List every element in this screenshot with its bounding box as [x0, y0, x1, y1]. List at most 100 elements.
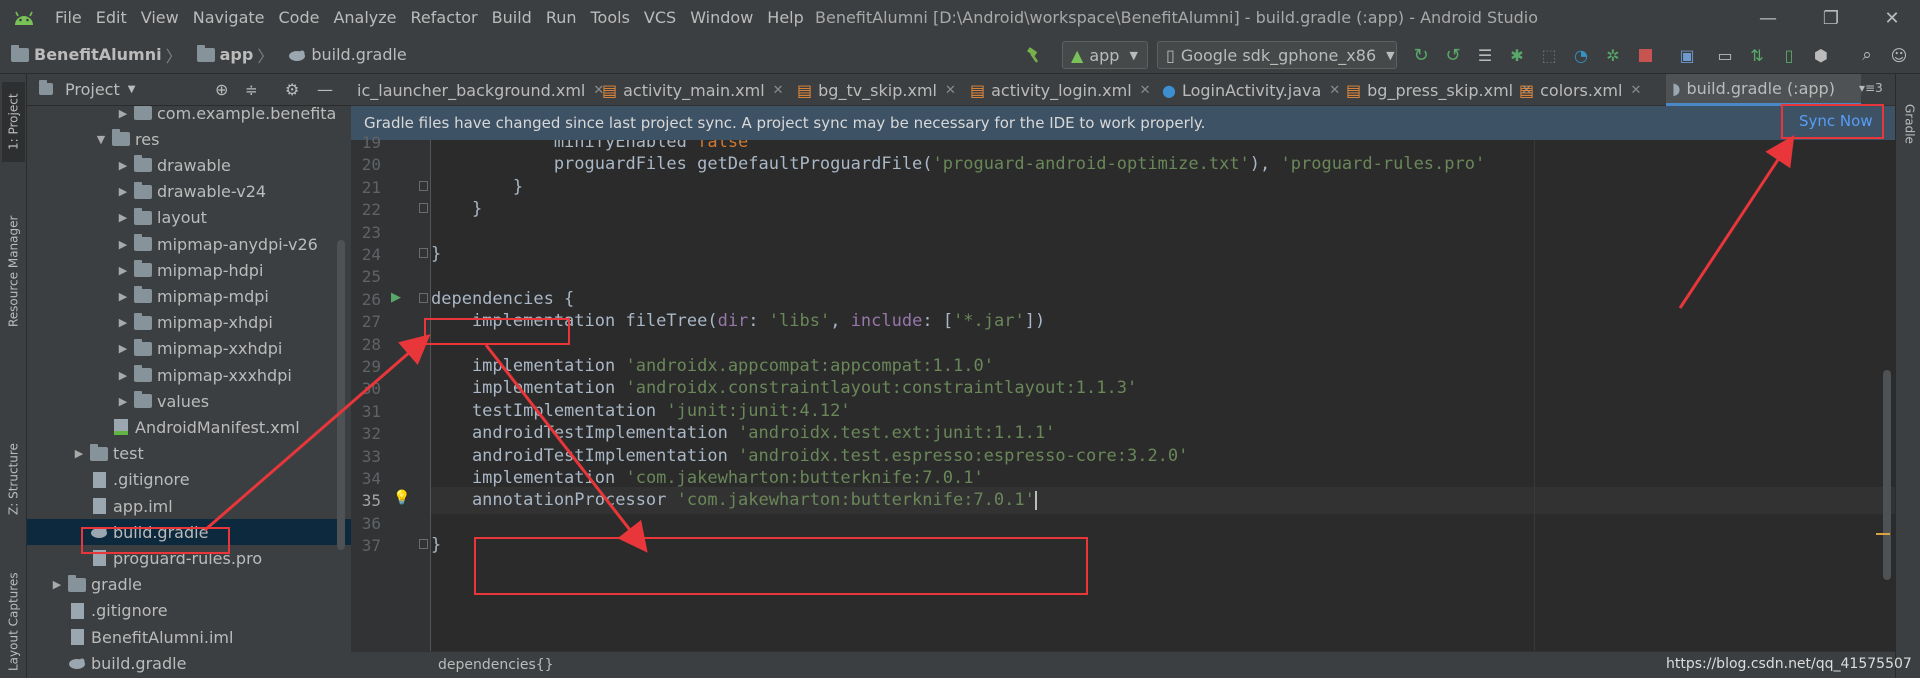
tree-item[interactable]: ▶ mipmap-xhdpi: [27, 310, 351, 336]
device-select[interactable]: ▯ Google sdk_gphone_x86 ▼: [1157, 41, 1397, 69]
menu-file[interactable]: File: [48, 0, 89, 36]
apply-code-changes-icon[interactable]: ↺: [1438, 36, 1468, 74]
code-line[interactable]: }: [431, 532, 441, 559]
tab-loginactivity-java[interactable]: ● LoginActivity.java ✕: [1156, 74, 1340, 106]
tree-item[interactable]: ▶ drawable-v24: [27, 179, 351, 205]
collapse-all-icon[interactable]: ≑: [245, 81, 258, 99]
sync-gradle-icon[interactable]: ⇅: [1742, 36, 1772, 74]
tree-item[interactable]: proguard-rules.pro: [27, 545, 351, 571]
tool-tab-project[interactable]: 1: Project: [2, 82, 25, 162]
tab-activity-main-xml[interactable]: ▤ activity_main.xml ✕: [596, 74, 786, 106]
device-manager-icon[interactable]: ▯: [1774, 36, 1804, 74]
close-tab-icon[interactable]: ✕: [773, 83, 784, 98]
code-line[interactable]: implementation fileTree(dir: 'libs', inc…: [431, 308, 1045, 335]
user-icon[interactable]: ☺: [1884, 36, 1914, 74]
tab-colors-xml[interactable]: ▤ colors.xml ✕: [1513, 74, 1661, 106]
menu-code[interactable]: Code: [272, 0, 327, 36]
minimize-icon[interactable]: —: [1740, 0, 1796, 36]
collapsed-arrow-icon[interactable]: ▶: [113, 369, 133, 382]
tree-item[interactable]: AndroidManifest.xml: [27, 414, 351, 440]
structure-breadcrumb[interactable]: dependencies{}: [351, 657, 554, 673]
breadcrumb-module[interactable]: app 〉: [186, 36, 278, 74]
breadcrumb-project[interactable]: BenefitAlumni 〉: [0, 36, 186, 74]
fold-marker-icon[interactable]: [419, 292, 428, 303]
code-line[interactable]: }: [431, 196, 482, 223]
tree-item[interactable]: ▶ mipmap-xxxhdpi: [27, 362, 351, 388]
apply-changes-icon[interactable]: ↻: [1406, 36, 1436, 74]
hide-panel-icon[interactable]: —: [317, 80, 333, 99]
tree-item[interactable]: ▶ gradle: [27, 572, 351, 598]
collapsed-arrow-icon[interactable]: ▶: [113, 342, 133, 355]
chevron-down-icon[interactable]: ▼: [128, 84, 136, 95]
fold-marker-icon[interactable]: [419, 539, 428, 550]
tree-item[interactable]: ▶ test: [27, 441, 351, 467]
sync-now-link[interactable]: Sync Now: [1799, 112, 1873, 130]
close-window-icon[interactable]: ✕: [1864, 0, 1920, 36]
menu-window[interactable]: Window: [683, 0, 760, 36]
lightbulb-icon[interactable]: 💡: [393, 490, 410, 506]
collapsed-arrow-icon[interactable]: ▶: [113, 316, 133, 329]
close-tab-icon[interactable]: ✕: [945, 83, 956, 98]
tab-ic-launcher-background-xml[interactable]: ▤ic_launcher_background.xml✕: [351, 74, 604, 106]
code-editor[interactable]: minifyEnabled false proguardFiles getDef…: [431, 140, 1895, 651]
fold-marker-icon[interactable]: [419, 203, 428, 214]
project-view-title[interactable]: Project: [65, 80, 120, 99]
run-configuration-select[interactable]: ▲ app ▼: [1062, 41, 1148, 69]
menu-run[interactable]: Run: [539, 0, 584, 36]
breadcrumb-file[interactable]: build.gradle: [277, 36, 410, 74]
collapsed-arrow-icon[interactable]: ▶: [113, 159, 133, 172]
menu-vcs[interactable]: VCS: [637, 0, 683, 36]
tab-activity-login-xml[interactable]: ▤ activity_login.xml ✕: [964, 74, 1151, 106]
tab-bg-press-skip-xml[interactable]: ▤ bg_press_skip.xml ✕: [1340, 74, 1532, 106]
fold-marker-icon[interactable]: [419, 248, 428, 258]
sdk-manager-icon[interactable]: ⬢: [1806, 36, 1836, 74]
profiler-icon[interactable]: ◔: [1566, 36, 1596, 74]
avd-manager-icon[interactable]: ▭: [1710, 36, 1740, 74]
menu-navigate[interactable]: Navigate: [186, 0, 272, 36]
tree-item[interactable]: BenefitAlumni.iml: [27, 624, 351, 650]
collapsed-arrow-icon[interactable]: ▶: [113, 107, 133, 120]
tree-item[interactable]: ▼ res: [27, 126, 351, 152]
run-gutter-icon[interactable]: ▶: [391, 290, 401, 305]
expanded-arrow-icon[interactable]: ▼: [91, 133, 111, 146]
tree-item[interactable]: app.iml: [27, 493, 351, 519]
tree-item[interactable]: build.gradle: [27, 519, 351, 546]
tool-tab-layout-captures[interactable]: Layout Captures: [2, 569, 25, 674]
tree-item[interactable]: build.gradle: [27, 650, 351, 676]
tree-item[interactable]: ▶ mipmap-mdpi: [27, 283, 351, 309]
editor-scrollbar[interactable]: [1883, 370, 1891, 580]
tree-item[interactable]: ▶ drawable: [27, 152, 351, 178]
tree-item[interactable]: ▶ layout: [27, 205, 351, 231]
stop-icon[interactable]: [1630, 36, 1660, 74]
tool-tab-structure[interactable]: Z: Structure: [2, 434, 25, 524]
menu-refactor[interactable]: Refactor: [404, 0, 485, 36]
tree-item[interactable]: ▶ mipmap-anydpi-v26: [27, 231, 351, 257]
restore-icon[interactable]: ❐: [1803, 0, 1859, 36]
tool-tab-resource-manager[interactable]: Resource Manager: [2, 204, 25, 339]
collapsed-arrow-icon[interactable]: ▶: [47, 578, 67, 591]
menu-help[interactable]: Help: [760, 0, 810, 36]
collapsed-arrow-icon[interactable]: ▶: [113, 211, 133, 224]
attach-debugger-icon[interactable]: ⬚: [1534, 36, 1564, 74]
menu-edit[interactable]: Edit: [89, 0, 134, 36]
tree-item[interactable]: ▶ mipmap-xxhdpi: [27, 336, 351, 362]
close-tab-icon[interactable]: ✕: [1140, 83, 1151, 98]
project-tree-scrollbar[interactable]: [337, 240, 345, 550]
settings-gear-icon[interactable]: ⚙: [285, 80, 299, 99]
logcat-icon[interactable]: ☰: [1470, 36, 1500, 74]
menu-view[interactable]: View: [134, 0, 186, 36]
collapsed-arrow-icon[interactable]: ▶: [69, 447, 89, 460]
search-icon[interactable]: ⌕: [1852, 36, 1882, 74]
collapsed-arrow-icon[interactable]: ▶: [113, 290, 133, 303]
code-line[interactable]: }: [431, 241, 441, 268]
tree-item[interactable]: .gitignore: [27, 598, 351, 624]
close-tab-icon[interactable]: ✕: [1630, 83, 1641, 98]
close-tab-icon[interactable]: ✕: [1329, 83, 1340, 98]
attach-process-icon[interactable]: ✲: [1598, 36, 1628, 74]
collapsed-arrow-icon[interactable]: ▶: [113, 185, 133, 198]
code-line[interactable]: annotationProcessor 'com.jakewharton:but…: [431, 487, 1895, 515]
tree-item[interactable]: ▶ mipmap-hdpi: [27, 257, 351, 283]
make-project-hammer-icon[interactable]: [1020, 36, 1050, 74]
tool-tab-gradle[interactable]: Gradle: [1898, 94, 1920, 154]
project-structure-icon[interactable]: ▣: [1672, 36, 1702, 74]
